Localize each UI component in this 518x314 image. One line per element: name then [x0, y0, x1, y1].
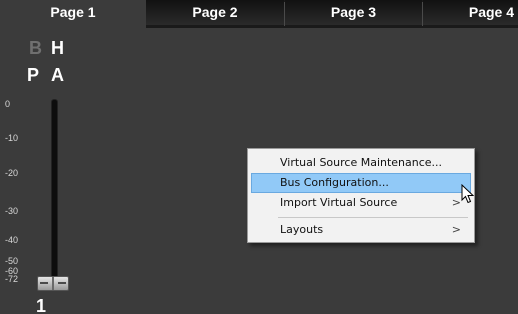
submenu-arrow-icon: > [451, 196, 461, 209]
tab-label: Page 2 [192, 4, 238, 20]
scale-label: -20 [5, 168, 19, 178]
knob-notch [40, 282, 48, 284]
menu-item-label: Virtual Source Maintenance... [280, 156, 443, 169]
scale-label: -72 [5, 274, 19, 284]
channel-number: 1 [36, 296, 47, 314]
scale-label: -40 [5, 235, 19, 245]
menu-item-layouts[interactable]: Layouts > [251, 220, 471, 240]
page-tab-bar: Page 1 Page 2 Page 3 Page 4 [0, 0, 518, 30]
b-button[interactable]: B [29, 38, 42, 59]
menu-item-bus-configuration[interactable]: Bus Configuration... [251, 173, 471, 193]
fader-track[interactable] [51, 99, 58, 287]
scale-label: -50 [5, 256, 19, 266]
tab-label: Page 3 [330, 4, 377, 20]
knob-center-line [52, 277, 54, 290]
submenu-arrow-icon: > [451, 223, 461, 236]
menu-item-label: Import Virtual Source [280, 196, 398, 209]
h-button[interactable]: H [51, 38, 64, 59]
scale-label: 0 [5, 99, 11, 109]
menu-item-label: Layouts [280, 223, 324, 236]
menu-item-virtual-source-maintenance[interactable]: Virtual Source Maintenance... [251, 153, 471, 173]
a-button[interactable]: A [51, 65, 64, 86]
tab-label: Page 1 [50, 4, 96, 20]
arrow-pointer-icon [461, 184, 475, 204]
scale-label: -30 [5, 206, 19, 216]
p-button[interactable]: P [27, 65, 39, 86]
tab-page-4[interactable]: Page 4 [423, 0, 518, 28]
context-menu: Virtual Source Maintenance... Bus Config… [247, 148, 475, 243]
scale-label: -10 [5, 133, 19, 143]
fader-knob[interactable] [37, 276, 69, 291]
tab-page-3[interactable]: Page 3 [285, 0, 422, 28]
tab-label: Page 4 [468, 4, 514, 20]
menu-item-import-virtual-source[interactable]: Import Virtual Source > [251, 193, 471, 213]
tab-page-2[interactable]: Page 2 [146, 0, 284, 28]
menu-item-label: Bus Configuration... [280, 176, 389, 189]
menu-separator [278, 217, 468, 218]
tab-page-1[interactable]: Page 1 [0, 0, 146, 30]
knob-notch [58, 282, 66, 284]
mixer-window: Page 1 Page 2 Page 3 Page 4 B H P A 0 -1… [0, 0, 518, 314]
